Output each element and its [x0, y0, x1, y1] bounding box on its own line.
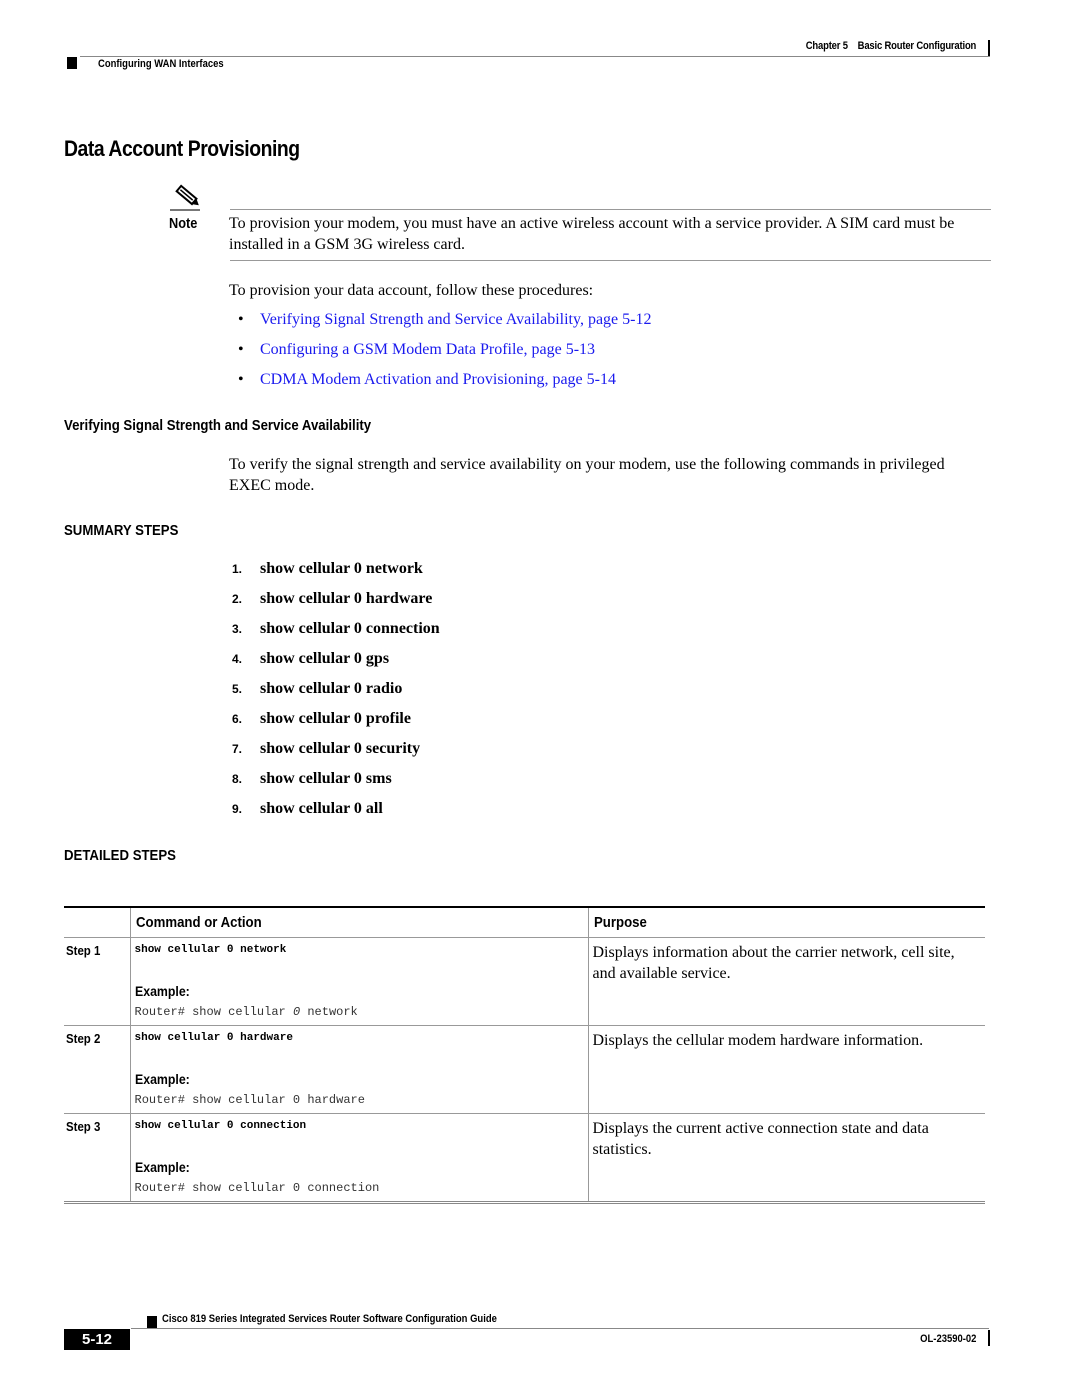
- step-number: 1.: [232, 562, 243, 576]
- summary-step: 3. show cellular 0 connection: [232, 619, 440, 649]
- running-header-chapter: Chapter 5 Basic Router Configuration: [805, 40, 977, 52]
- step-command: show cellular 0 sms: [260, 770, 392, 787]
- document-id: OL-23590-02: [919, 1333, 976, 1345]
- summary-step: 5. show cellular 0 radio: [232, 679, 440, 709]
- command-cell: show cellular 0 network Example: Router#…: [129, 937, 589, 1026]
- footer-divider: [131, 1328, 989, 1329]
- example-label: Example:: [134, 1070, 190, 1087]
- purpose-text: Displays the current active connection s…: [588, 1113, 985, 1204]
- subsection-title: Verifying Signal Strength and Service Av…: [64, 417, 372, 434]
- table-row: Step 1 show cellular 0 network Example: …: [64, 937, 985, 1026]
- note-bottom-rule: [230, 260, 991, 261]
- step-command: show cellular 0 connection: [260, 620, 440, 637]
- step-number: 7.: [232, 742, 243, 756]
- summary-step: 4. show cellular 0 gps: [232, 649, 440, 679]
- step-command: show cellular 0 all: [260, 800, 383, 817]
- step-command: show cellular 0 hardware: [260, 590, 433, 607]
- note-text: To provision your modem, you must have a…: [229, 215, 955, 253]
- column-header-purpose: Purpose: [588, 906, 985, 938]
- intro-text: To provision your data account, follow t…: [229, 282, 594, 299]
- note-icon-underline: [170, 209, 200, 211]
- column-header-command: Command or Action: [129, 906, 589, 938]
- note-top-rule: [230, 209, 991, 210]
- step-command: show cellular 0 profile: [260, 710, 411, 727]
- running-header-section: Configuring WAN Interfaces: [98, 58, 224, 70]
- command-text: show cellular 0 hardware: [134, 1031, 293, 1044]
- example-code: Router# show cellular 0 network: [134, 1004, 358, 1019]
- procedure-link-gsm-profile[interactable]: Configuring a GSM Modem Data Profile, pa…: [260, 341, 595, 358]
- step-label: Step 2: [64, 1025, 130, 1114]
- header-bar-marker: [988, 40, 990, 56]
- bullet-icon: •: [238, 311, 244, 328]
- header-divider: [80, 56, 990, 57]
- summary-step: 8. show cellular 0 sms: [232, 769, 440, 799]
- procedure-link-cdma-activation[interactable]: CDMA Modem Activation and Provisioning, …: [260, 371, 616, 388]
- list-item: • Verifying Signal Strength and Service A…: [238, 309, 651, 339]
- step-number: 6.: [232, 712, 243, 726]
- procedure-list: • Verifying Signal Strength and Service A…: [238, 309, 651, 399]
- note-label: Note: [169, 215, 198, 232]
- purpose-text: Displays the cellular modem hardware inf…: [588, 1025, 985, 1114]
- header-square-marker: [67, 57, 77, 69]
- step-command: show cellular 0 security: [260, 740, 421, 757]
- example-code: Router# show cellular 0 connection: [134, 1180, 380, 1195]
- command-cell: show cellular 0 connection Example: Rout…: [129, 1113, 589, 1204]
- command-text: show cellular 0 connection: [134, 1119, 307, 1132]
- page-number: 5-12: [64, 1329, 130, 1350]
- summary-step: 1. show cellular 0 network: [232, 559, 440, 589]
- step-label: Step 3: [64, 1113, 130, 1204]
- subsection-text: To verify the signal strength and servic…: [229, 456, 945, 494]
- summary-step: 2. show cellular 0 hardware: [232, 589, 440, 619]
- table-row: Step 2 show cellular 0 hardware Example:…: [64, 1025, 985, 1114]
- example-label: Example:: [134, 1158, 190, 1175]
- summary-step: 9. show cellular 0 all: [232, 799, 440, 829]
- table-row: Step 3 show cellular 0 connection Exampl…: [64, 1113, 985, 1204]
- page-title: Data Account Provisioning: [64, 136, 300, 161]
- bullet-icon: •: [238, 371, 244, 388]
- pencil-note-icon: [175, 184, 199, 206]
- example-code: Router# show cellular 0 hardware: [134, 1092, 365, 1107]
- step-number: 5.: [232, 682, 243, 696]
- step-number: 2.: [232, 592, 243, 606]
- step-number: 8.: [232, 772, 243, 786]
- step-number: 9.: [232, 802, 243, 816]
- command-cell: show cellular 0 hardware Example: Router…: [129, 1025, 589, 1114]
- example-label: Example:: [134, 982, 190, 999]
- step-command: show cellular 0 gps: [260, 650, 390, 667]
- list-item: • CDMA Modem Activation and Provisioning,…: [238, 369, 651, 399]
- footer-bar-marker: [988, 1330, 990, 1346]
- table-header-row: Command or Action Purpose: [64, 906, 985, 938]
- summary-step: 6. show cellular 0 profile: [232, 709, 440, 739]
- detailed-steps-table: Command or Action Purpose Step 1 show ce…: [64, 906, 985, 1204]
- bullet-icon: •: [238, 341, 244, 358]
- procedure-link-verifying-signal[interactable]: Verifying Signal Strength and Service Av…: [260, 311, 651, 328]
- footer-guide-title: Cisco 819 Series Integrated Services Rou…: [162, 1313, 497, 1325]
- command-text: show cellular 0 network: [134, 943, 287, 956]
- detailed-steps-heading: DETAILED STEPS: [64, 847, 176, 864]
- column-header-step: [64, 906, 130, 938]
- purpose-text: Displays information about the carrier n…: [588, 937, 985, 1026]
- summary-step: 7. show cellular 0 security: [232, 739, 440, 769]
- step-number: 3.: [232, 622, 243, 636]
- summary-steps-list: 1. show cellular 0 network 2. show cellula…: [232, 559, 440, 829]
- step-command: show cellular 0 network: [260, 560, 423, 577]
- step-label: Step 1: [64, 937, 130, 1026]
- list-item: • Configuring a GSM Modem Data Profile, p…: [238, 339, 651, 369]
- step-number: 4.: [232, 652, 243, 666]
- summary-steps-heading: SUMMARY STEPS: [64, 522, 179, 539]
- step-command: show cellular 0 radio: [260, 680, 403, 697]
